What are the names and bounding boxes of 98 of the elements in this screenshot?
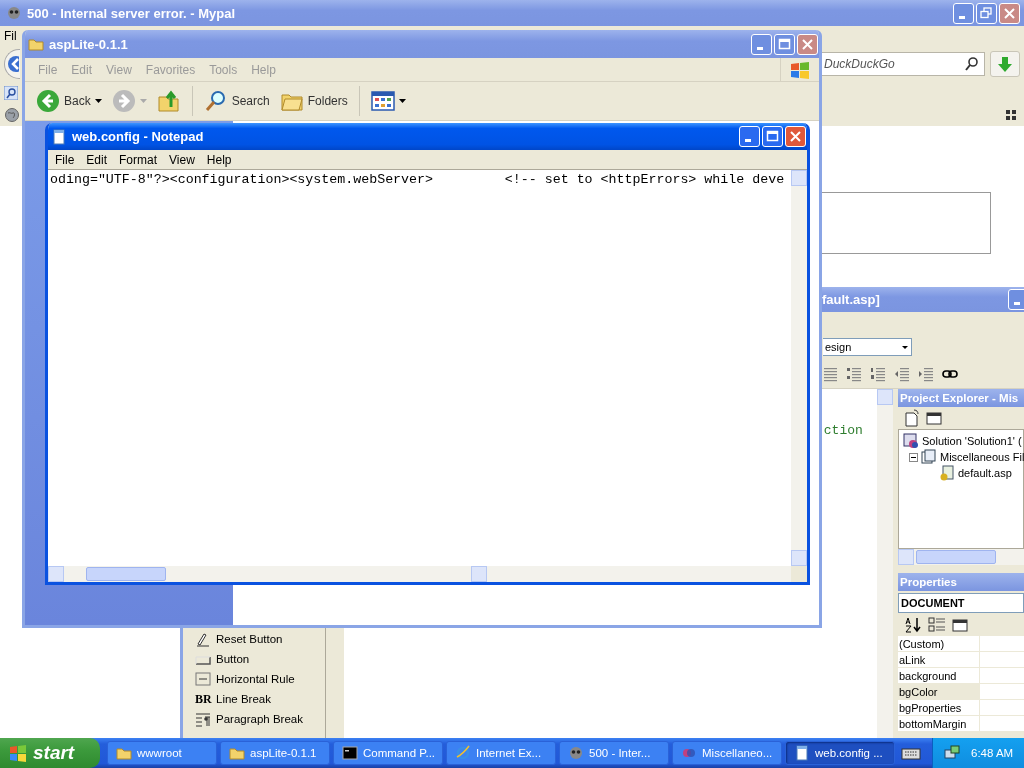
back-button[interactable]: Back [33,87,105,115]
minimize-button[interactable] [751,33,772,55]
search-field[interactable]: DuckDuckGo [819,52,985,76]
maximize-icon [766,130,779,143]
folder-icon [28,36,44,52]
vertical-scrollbar[interactable] [791,170,807,566]
taskbar-button[interactable]: aspLite-0.1.1 [220,741,330,765]
maximize-button[interactable] [774,33,795,55]
tree-item[interactable]: Miscellaneous Fil [899,449,1023,465]
toolbox-item[interactable]: BR Line Break [183,689,326,709]
solution-icon [903,433,919,449]
close-icon [1003,6,1016,20]
clock: 6:48 AM [971,747,1014,759]
minimize-button[interactable] [739,126,760,147]
vertical-scrollbar[interactable] [877,389,894,738]
network-icon[interactable] [943,744,961,762]
download-button[interactable] [990,51,1020,77]
close-button[interactable] [999,2,1020,24]
keyboard-icon[interactable] [901,746,921,760]
close-icon [801,37,814,51]
close-button[interactable] [797,33,818,55]
app-icon [6,5,22,21]
taskbar-button[interactable]: Miscellaneo... [672,741,782,765]
window-title: fault.asp] [822,292,880,307]
back-button[interactable] [4,49,20,79]
restore-button[interactable] [976,2,997,24]
maximize-button[interactable] [762,126,783,147]
windows-logo-icon [8,743,28,763]
console-icon [342,745,358,761]
taskbar-button[interactable]: Command P... [333,741,443,765]
object-dropdown[interactable]: DOCUMENT [898,593,1024,613]
minimize-icon [745,139,751,142]
window-title: aspLite-0.1.1 [49,36,128,52]
close-icon [789,130,802,143]
download-arrow-icon [996,55,1014,73]
view-dropdown[interactable]: esign [823,338,912,356]
caret-icon [398,98,406,104]
tree-item[interactable]: default.asp [899,465,1023,481]
taskbar-button[interactable]: wwwroot [107,741,217,765]
caret-icon [94,98,102,104]
menu-item[interactable]: Format [113,151,164,168]
taskbar-button[interactable]: Internet Ex... [446,741,556,765]
window-title: web.config - Notepad [72,129,204,144]
menu-item[interactable]: File [49,151,81,168]
folder-icon [116,745,132,761]
globe-icon[interactable] [4,107,20,123]
sort-alphabetical-icon[interactable] [904,616,922,634]
minimize-icon [959,15,965,19]
toolbox-item[interactable]: Paragraph Break [183,709,326,729]
search-icon [203,89,228,113]
documents-icon [921,449,937,465]
categorized-icon[interactable] [928,616,946,634]
browser-icon [455,745,471,761]
close-button[interactable] [785,126,806,147]
folders-button[interactable]: Folders [276,87,351,115]
caret-icon [139,98,147,104]
app-icon [568,745,584,761]
start-button[interactable]: start [0,738,100,768]
minimize-button[interactable] [1008,289,1024,310]
paragraph-icon [195,711,211,727]
grip-icon [1006,110,1016,120]
menu-item[interactable]: Edit [80,151,114,168]
notepad-icon [794,745,810,761]
toolbox-item[interactable]: Reset Button [183,629,326,649]
search-button[interactable]: Search [200,87,273,115]
document-icon[interactable] [904,409,920,427]
horizontal-scrollbar[interactable] [48,566,807,582]
window-icon[interactable] [926,411,942,425]
menu-item[interactable]: View [163,151,201,168]
folder-icon [229,745,245,761]
taskbar-button[interactable]: 500 - Inter... [559,741,669,765]
toolbox-item[interactable]: Button [183,649,326,669]
panel-title: Project Explorer - Mis [898,389,1024,407]
minimize-button[interactable] [953,2,974,24]
up-folder-icon [156,89,181,113]
notepad-icon [51,128,67,145]
horizontal-scrollbar[interactable] [898,549,1024,565]
pencil-icon [195,631,211,647]
window-icon[interactable] [952,618,968,632]
search-icon[interactable] [964,56,980,72]
minimize-icon [757,46,763,50]
asp-file-icon [939,465,955,481]
panel-title: Properties [898,573,1024,591]
property-name[interactable]: bgColor [898,684,980,699]
menu-item[interactable]: Help [200,151,238,168]
magnifier-icon[interactable] [4,86,18,100]
back-arrow-icon [6,55,19,73]
restore-icon [980,6,993,20]
menu-item[interactable]: Fil [2,27,19,45]
code-text: ction [823,423,863,438]
toolbox-item[interactable]: Horizontal Rule [183,669,326,689]
windows-logo-icon [789,59,811,80]
maximize-icon [778,37,791,51]
tree-item[interactable]: Solution 'Solution1' ( [899,433,1023,449]
views-icon [370,89,395,113]
taskbar-button[interactable]: web.config ... [785,741,895,765]
minimize-icon [1014,302,1020,305]
window-title: 500 - Internal server error. - Mypal [27,5,236,21]
